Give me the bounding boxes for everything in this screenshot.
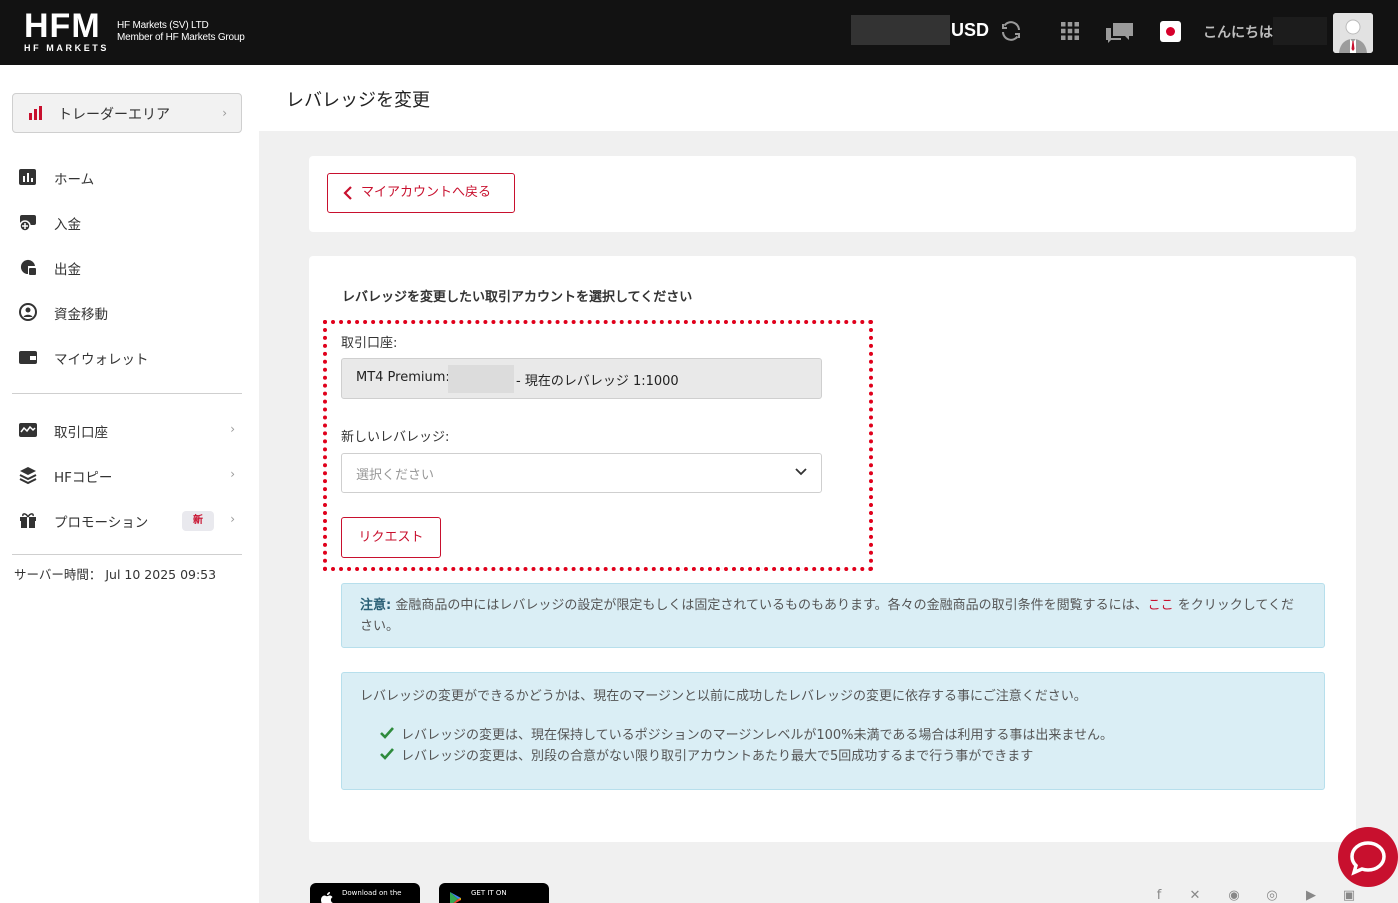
wallet-icon xyxy=(19,351,37,364)
new-leverage-select[interactable]: 選択ください xyxy=(341,453,822,493)
sidebar: トレーダーエリア › ホーム 入金 出金 資金移動 マイウォレット 取引口座 ›… xyxy=(0,65,259,903)
change-leverage-card: レバレッジを変更したい取引アカウントを選択してください 取引口座: MT4 Pr… xyxy=(309,256,1356,842)
chart-icon xyxy=(19,169,36,185)
trading-account-field: MT4 Premium: - 現在のレバレッジ 1:1000 xyxy=(341,358,822,399)
trader-area-label: トレーダーエリア xyxy=(58,107,170,123)
current-leverage-text: - 現在のレバレッジ 1:1000 xyxy=(516,374,679,389)
app-store-small-text: Download on the xyxy=(342,889,402,897)
layers-icon xyxy=(19,467,37,485)
section-title: レバレッジを変更したい取引アカウントを選択してください xyxy=(342,290,693,305)
instagram-icon[interactable]: ◎ xyxy=(1265,889,1279,903)
refresh-icon[interactable] xyxy=(999,19,1023,43)
telegram-icon[interactable]: ◉ xyxy=(1227,889,1241,903)
gift-icon xyxy=(20,513,36,528)
chat-bubble-icon xyxy=(1350,841,1386,876)
google-play-small-text: GET IT ON xyxy=(471,889,507,897)
sidebar-item-label: 入金 xyxy=(54,217,81,233)
sidebar-item-hf-copy[interactable]: HFコピー › xyxy=(18,464,243,488)
sidebar-divider xyxy=(12,554,242,555)
youtube-icon[interactable]: ▶ xyxy=(1304,889,1318,903)
sidebar-item-label: 出金 xyxy=(54,262,81,278)
sidebar-item-label: 取引口座 xyxy=(54,425,108,441)
trading-conditions-link[interactable]: ここ xyxy=(1148,598,1174,613)
sidebar-item-label: ホーム xyxy=(54,172,95,188)
chevron-right-icon: › xyxy=(230,512,235,526)
sidebar-item-wallet[interactable]: マイウォレット xyxy=(18,346,243,370)
facebook-icon[interactable]: f xyxy=(1152,889,1166,903)
google-play-icon xyxy=(450,892,461,903)
top-header: HFM HF MARKETS HF Markets (SV) LTD Membe… xyxy=(0,0,1398,65)
sidebar-item-promotion[interactable]: プロモーション 新 › xyxy=(18,509,243,533)
server-time: サーバー時間： Jul 10 2025 09:53 xyxy=(14,567,217,582)
trader-area-button[interactable]: トレーダーエリア › xyxy=(12,93,242,133)
check-icon xyxy=(380,727,394,739)
chevron-right-icon: › xyxy=(230,467,235,481)
note-text: 金融商品の中にはレバレッジの設定が限定もしくは固定されているものもあります。各々… xyxy=(391,598,1148,613)
sidebar-item-deposit[interactable]: 入金 xyxy=(18,211,243,235)
chevron-left-icon xyxy=(343,186,352,200)
info-intro: レバレッジの変更ができるかどうかは、現在のマージンと以前に成功したレバレッジの変… xyxy=(360,689,1087,704)
sidebar-item-transfer[interactable]: 資金移動 xyxy=(18,301,243,325)
sidebar-divider xyxy=(12,393,242,394)
note-label: 注意: xyxy=(360,598,392,613)
check-icon xyxy=(380,748,394,760)
select-placeholder: 選択ください xyxy=(356,468,435,483)
hfm-logo[interactable]: HFM HF MARKETS xyxy=(24,7,109,53)
leverage-info-box: レバレッジの変更ができるかどうかは、現在のマージンと以前に成功したレバレッジの変… xyxy=(341,672,1325,790)
page-title: レバレッジを変更 xyxy=(286,90,430,111)
sidebar-item-label: マイウォレット xyxy=(54,352,149,368)
transfer-icon xyxy=(19,303,37,321)
account-number-redacted xyxy=(448,365,514,393)
google-play-button[interactable]: GET IT ON xyxy=(439,883,549,903)
x-icon[interactable]: ✕ xyxy=(1188,889,1202,903)
apple-icon xyxy=(321,892,333,903)
new-leverage-label: 新しいレバレッジ: xyxy=(341,430,450,445)
chevron-down-icon xyxy=(795,468,807,476)
withdraw-icon xyxy=(20,259,36,275)
user-avatar[interactable] xyxy=(1333,13,1373,53)
sidebar-item-label: HFコピー xyxy=(54,470,113,486)
user-name-redacted xyxy=(1273,17,1327,45)
chevron-right-icon: › xyxy=(222,106,227,120)
info-point-text: レバレッジの変更は、現在保持しているポジションのマージンレベルが100%未満であ… xyxy=(401,728,1113,743)
bar-chart-icon xyxy=(29,106,42,120)
japan-flag-icon[interactable] xyxy=(1160,21,1181,42)
leverage-note: 注意: 金融商品の中にはレバレッジの設定が限定もしくは固定されているものもありま… xyxy=(341,583,1325,648)
account-prefix: MT4 Premium: xyxy=(356,370,450,385)
info-point-text: レバレッジの変更は、別段の合意がない限り取引アカウントあたり最大で5回成功するま… xyxy=(401,749,1034,764)
company-name: HF Markets (SV) LTD xyxy=(117,20,209,31)
back-button-label: マイアカウントへ戻る xyxy=(361,185,492,200)
logo-mark: HFM xyxy=(24,7,101,45)
live-chat-button[interactable] xyxy=(1338,827,1398,887)
new-badge: 新 xyxy=(182,511,214,531)
balance-redacted xyxy=(851,15,950,45)
company-group: Member of HF Markets Group xyxy=(117,32,245,43)
request-button[interactable]: リクエスト xyxy=(341,517,441,558)
company-info: HF Markets (SV) LTD Member of HF Markets… xyxy=(117,20,245,44)
sidebar-item-home[interactable]: ホーム xyxy=(18,166,243,190)
back-card: マイアカウントへ戻る xyxy=(309,156,1356,232)
sidebar-item-label: プロモーション xyxy=(54,515,149,531)
apps-grid-icon[interactable] xyxy=(1060,21,1080,41)
trading-account-icon xyxy=(19,423,37,437)
account-currency: USD xyxy=(951,20,990,40)
sidebar-item-withdraw[interactable]: 出金 xyxy=(18,256,243,280)
account-label: 取引口座: xyxy=(341,336,398,351)
sidebar-item-trading-account[interactable]: 取引口座 › xyxy=(18,419,243,443)
logo-subtitle: HF MARKETS xyxy=(24,43,109,53)
back-to-my-account-button[interactable]: マイアカウントへ戻る xyxy=(327,173,515,213)
linkedin-icon[interactable]: ▣ xyxy=(1342,889,1356,903)
sidebar-item-label: 資金移動 xyxy=(54,307,108,323)
app-store-button[interactable]: Download on the xyxy=(310,883,420,903)
deposit-icon xyxy=(19,215,36,232)
page-header: レバレッジを変更 xyxy=(259,65,1398,131)
chat-icon[interactable] xyxy=(1105,21,1135,43)
greeting-text: こんにちは xyxy=(1203,25,1273,41)
chevron-right-icon: › xyxy=(230,422,235,436)
